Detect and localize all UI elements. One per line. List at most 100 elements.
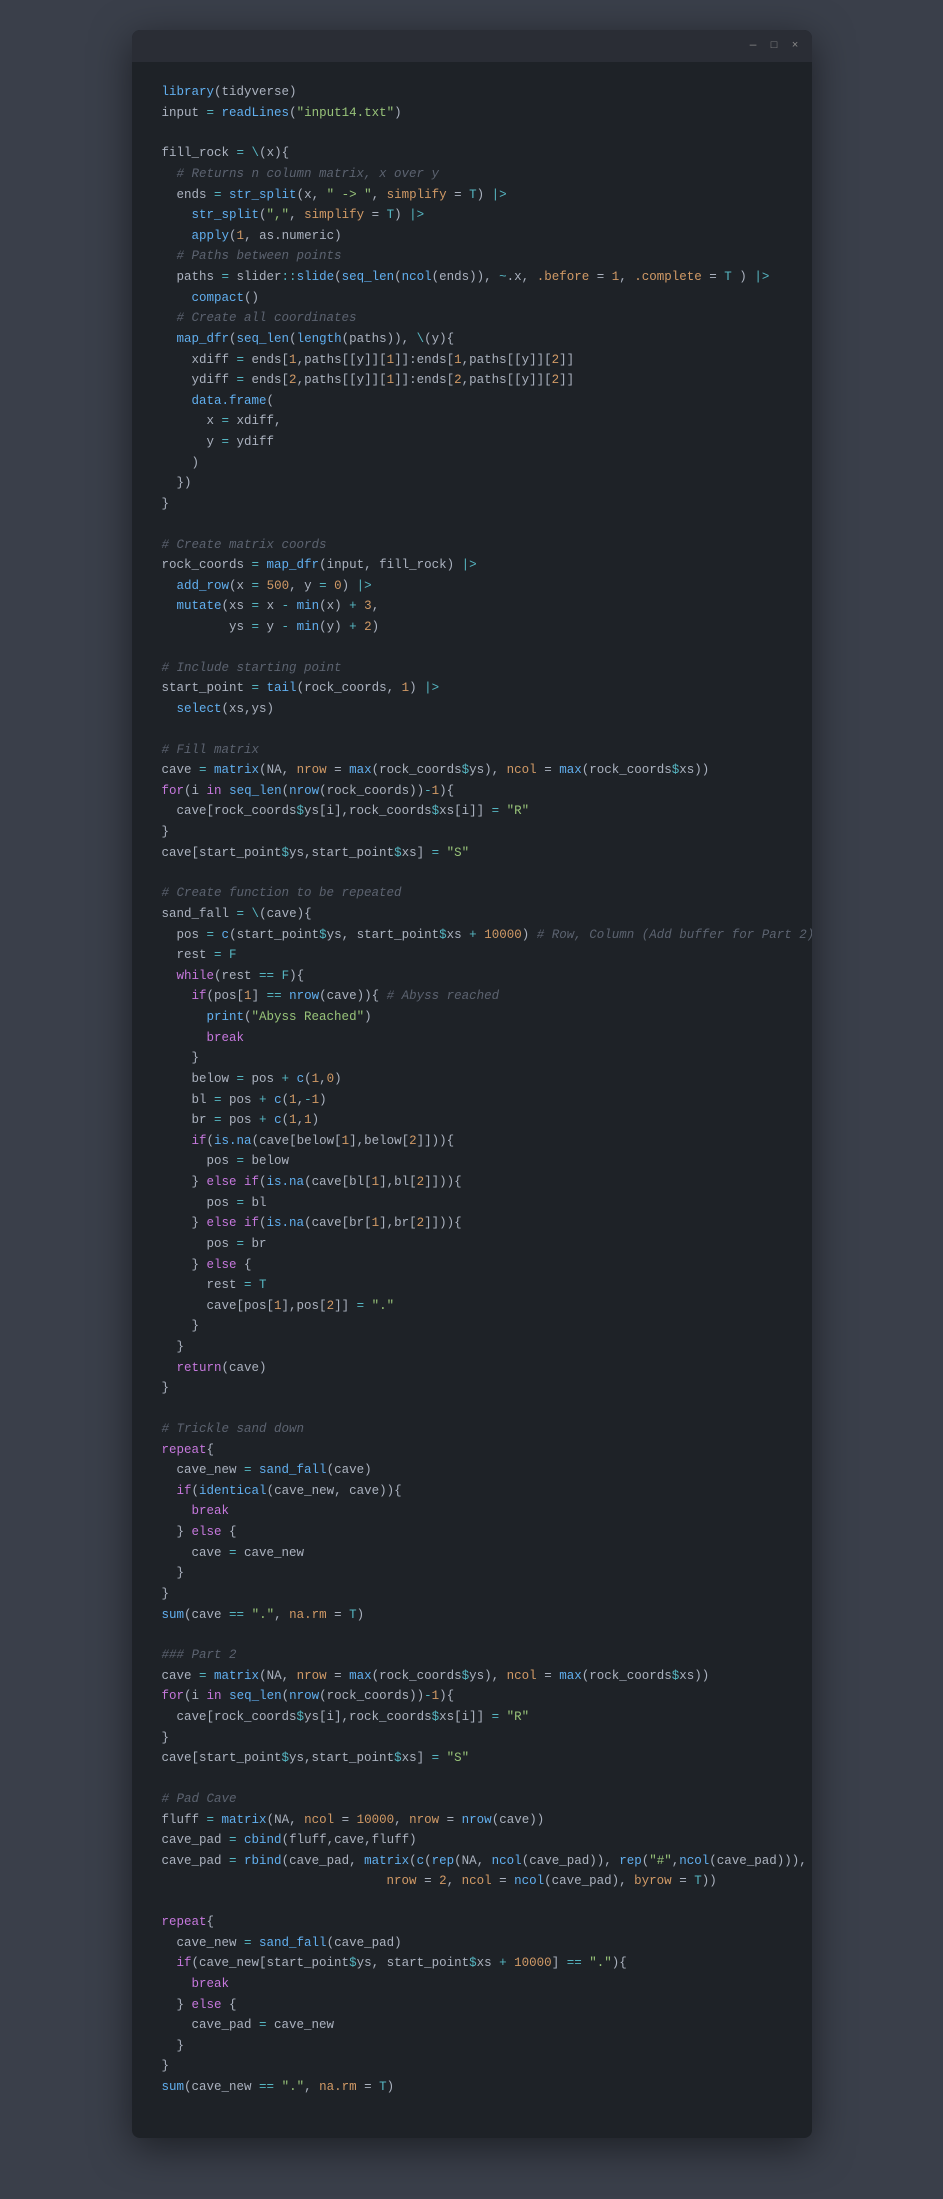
code-line: library(tidyverse) <box>162 82 782 103</box>
code-line <box>162 1769 782 1789</box>
code-line: } <box>162 1378 782 1399</box>
minimize-button[interactable]: — <box>747 40 760 53</box>
code-line: rest = F <box>162 945 782 966</box>
code-line: # Include starting point <box>162 658 782 679</box>
code-line: # Create function to be repeated <box>162 883 782 904</box>
code-line: mutate(xs = x - min(x) + 3, <box>162 596 782 617</box>
code-line: cave[pos[1],pos[2]] = "." <box>162 1296 782 1317</box>
code-line: if(cave_new[start_point$ys, start_point$… <box>162 1953 782 1974</box>
code-line: cave = matrix(NA, nrow = max(rock_coords… <box>162 760 782 781</box>
code-line: sum(cave == ".", na.rm = T) <box>162 1605 782 1626</box>
code-line: add_row(x = 500, y = 0) |> <box>162 576 782 597</box>
code-line: sum(cave_new == ".", na.rm = T) <box>162 2077 782 2098</box>
code-line: ### Part 2 <box>162 1645 782 1666</box>
code-line: if(is.na(cave[below[1],below[2]])){ <box>162 1131 782 1152</box>
code-line: # Pad Cave <box>162 1789 782 1810</box>
code-line: break <box>162 1501 782 1522</box>
code-line: br = pos + c(1,1) <box>162 1110 782 1131</box>
code-line: } else { <box>162 1995 782 2016</box>
code-line: cave[start_point$ys,start_point$xs] = "S… <box>162 1748 782 1769</box>
code-line: below = pos + c(1,0) <box>162 1069 782 1090</box>
titlebar: — □ × <box>132 30 812 62</box>
code-line: # Fill matrix <box>162 740 782 761</box>
code-line <box>162 1399 782 1419</box>
code-line: pos = c(start_point$ys, start_point$xs +… <box>162 925 782 946</box>
code-line <box>162 638 782 658</box>
code-line: break <box>162 1974 782 1995</box>
code-line: repeat{ <box>162 1912 782 1933</box>
code-line: sand_fall = \(cave){ <box>162 904 782 925</box>
code-line: repeat{ <box>162 1440 782 1461</box>
code-line: fluff = matrix(NA, ncol = 10000, nrow = … <box>162 1810 782 1831</box>
code-line: map_dfr(seq_len(length(paths)), \(y){ <box>162 329 782 350</box>
code-line: # Paths between points <box>162 246 782 267</box>
code-line: ys = y - min(y) + 2) <box>162 617 782 638</box>
code-line: cave_new = sand_fall(cave_pad) <box>162 1933 782 1954</box>
code-line: } <box>162 1728 782 1749</box>
code-line: cave_pad = cbind(fluff,cave,fluff) <box>162 1830 782 1851</box>
code-line: } <box>162 1563 782 1584</box>
code-line <box>162 863 782 883</box>
code-line: str_split(",", simplify = T) |> <box>162 205 782 226</box>
code-line: y = ydiff <box>162 432 782 453</box>
code-line: # Returns n column matrix, x over y <box>162 164 782 185</box>
code-line: paths = slider::slide(seq_len(ncol(ends)… <box>162 267 782 288</box>
code-line: apply(1, as.numeric) <box>162 226 782 247</box>
code-line: break <box>162 1028 782 1049</box>
code-line: pos = below <box>162 1151 782 1172</box>
code-line: pos = br <box>162 1234 782 1255</box>
code-line: x = xdiff, <box>162 411 782 432</box>
code-line: } else if(is.na(cave[bl[1],bl[2]])){ <box>162 1172 782 1193</box>
code-line <box>162 515 782 535</box>
code-line: } else if(is.na(cave[br[1],br[2]])){ <box>162 1213 782 1234</box>
code-line: } <box>162 822 782 843</box>
code-line: print("Abyss Reached") <box>162 1007 782 1028</box>
code-line: return(cave) <box>162 1358 782 1379</box>
code-line: for(i in seq_len(nrow(rock_coords))-1){ <box>162 781 782 802</box>
maximize-button[interactable]: □ <box>768 40 781 53</box>
code-line: fill_rock = \(x){ <box>162 143 782 164</box>
code-line: cave = matrix(NA, nrow = max(rock_coords… <box>162 1666 782 1687</box>
code-line: } <box>162 2036 782 2057</box>
code-line: } else { <box>162 1255 782 1276</box>
code-line: } <box>162 2056 782 2077</box>
code-line: ydiff = ends[2,paths[[y]][1]]:ends[2,pat… <box>162 370 782 391</box>
code-line: bl = pos + c(1,-1) <box>162 1090 782 1111</box>
code-line: # Trickle sand down <box>162 1419 782 1440</box>
code-line: if(pos[1] == nrow(cave)){ # Abyss reache… <box>162 986 782 1007</box>
code-line: cave = cave_new <box>162 1543 782 1564</box>
code-line: while(rest == F){ <box>162 966 782 987</box>
code-line: rock_coords = map_dfr(input, fill_rock) … <box>162 555 782 576</box>
code-line: start_point = tail(rock_coords, 1) |> <box>162 678 782 699</box>
code-line: nrow = 2, ncol = ncol(cave_pad), byrow =… <box>162 1871 782 1892</box>
code-line: ) <box>162 453 782 474</box>
code-line: pos = bl <box>162 1193 782 1214</box>
code-line: for(i in seq_len(nrow(rock_coords))-1){ <box>162 1686 782 1707</box>
code-line: cave_pad = rbind(cave_pad, matrix(c(rep(… <box>162 1851 782 1872</box>
code-line: xdiff = ends[1,paths[[y]][1]]:ends[1,pat… <box>162 350 782 371</box>
code-line: ends = str_split(x, " -> ", simplify = T… <box>162 185 782 206</box>
close-button[interactable]: × <box>789 40 802 53</box>
code-line <box>162 1892 782 1912</box>
code-line: if(identical(cave_new, cave)){ <box>162 1481 782 1502</box>
code-line: data.frame( <box>162 391 782 412</box>
code-line: compact() <box>162 288 782 309</box>
code-line: cave[rock_coords$ys[i],rock_coords$xs[i]… <box>162 801 782 822</box>
code-line: } <box>162 1584 782 1605</box>
code-line: cave[rock_coords$ys[i],rock_coords$xs[i]… <box>162 1707 782 1728</box>
code-line: cave[start_point$ys,start_point$xs] = "S… <box>162 843 782 864</box>
code-line: cave_new = sand_fall(cave) <box>162 1460 782 1481</box>
code-line: select(xs,ys) <box>162 699 782 720</box>
code-line: # Create all coordinates <box>162 308 782 329</box>
code-line: } <box>162 494 782 515</box>
code-line: } else { <box>162 1522 782 1543</box>
code-line: }) <box>162 473 782 494</box>
code-line <box>162 720 782 740</box>
code-line: } <box>162 1316 782 1337</box>
code-line: input = readLines("input14.txt") <box>162 103 782 124</box>
code-line: cave_pad = cave_new <box>162 2015 782 2036</box>
code-editor[interactable]: library(tidyverse) input = readLines("in… <box>132 62 812 2138</box>
code-line: # Create matrix coords <box>162 535 782 556</box>
editor-window: — □ × library(tidyverse) input = readLin… <box>132 30 812 2138</box>
code-line <box>162 1625 782 1645</box>
